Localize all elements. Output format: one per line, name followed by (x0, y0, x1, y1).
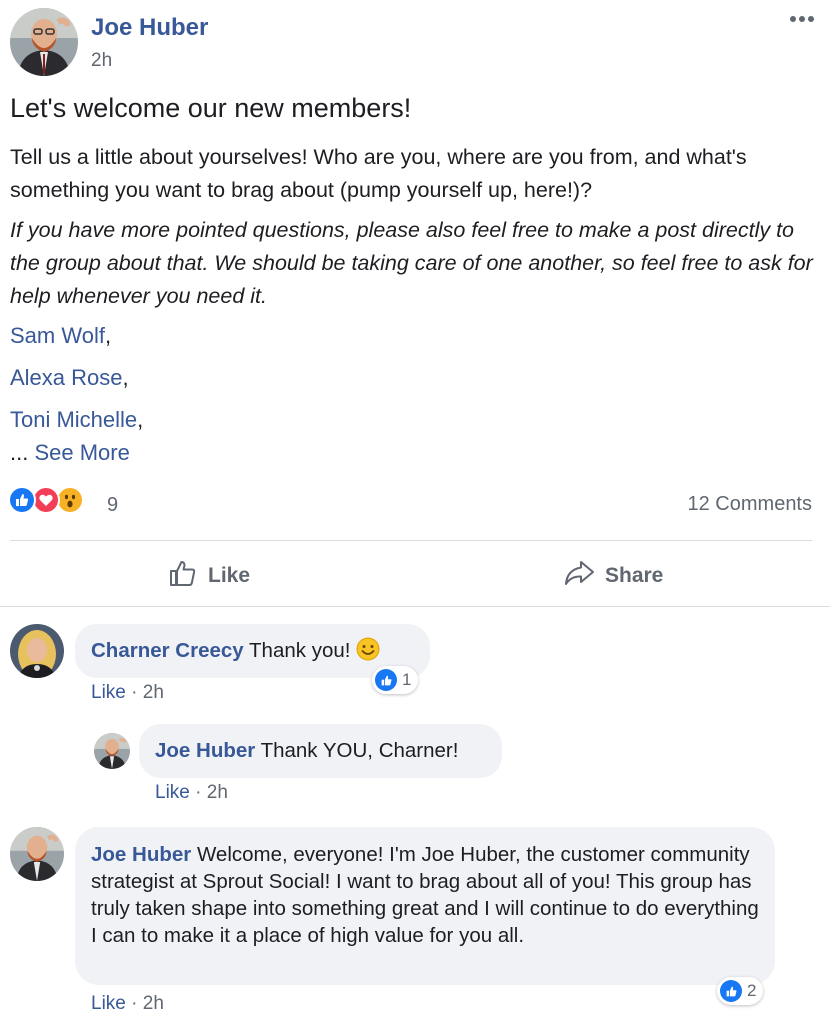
comment-author[interactable]: Joe Huber (91, 843, 191, 866)
mention-link[interactable]: Alexa Rose (10, 365, 123, 390)
mention-item: Alexa Rose, (10, 365, 129, 390)
comment-bubble: Joe Huber Welcome, everyone! I'm Joe Hub… (75, 827, 775, 985)
reply-like-link[interactable]: Like (155, 782, 190, 803)
comment-body: Charner Creecy Thank you! (91, 637, 380, 664)
comment-like-count: 1 (402, 670, 412, 689)
reactions-summary[interactable] (8, 486, 108, 518)
share-button-label: Share (605, 564, 664, 587)
see-more-row: ... See More (10, 440, 130, 465)
reply-author[interactable]: Joe Huber (155, 739, 255, 762)
reply-time[interactable]: 2h (207, 782, 228, 803)
post-author-name[interactable]: Joe Huber (91, 14, 208, 42)
comment-time[interactable]: 2h (143, 682, 164, 703)
like-icon (8, 486, 36, 514)
post-paragraph-2: If you have more pointed questions, plea… (10, 218, 813, 308)
share-arrow-icon (563, 558, 595, 594)
commenter-avatar[interactable] (10, 624, 64, 678)
divider (10, 540, 812, 541)
love-icon (32, 486, 60, 514)
comment-reaction-chip[interactable]: 1 (372, 666, 419, 694)
share-button[interactable]: Share (563, 558, 663, 594)
comment-body: Joe Huber Welcome, everyone! I'm Joe Hub… (91, 841, 761, 949)
comments-count-link[interactable]: 12 Comments (688, 493, 813, 516)
comment-meta: Like · 2h (91, 682, 164, 703)
post-paragraph-1: Tell us a little about yourselves! Who a… (10, 145, 747, 202)
post-timestamp[interactable]: 2h (91, 50, 112, 72)
comment-text: Welcome, everyone! I'm Joe Huber, the cu… (91, 843, 759, 947)
wow-icon (56, 486, 84, 514)
reply-text: Thank YOU, Charner! (260, 739, 459, 762)
like-icon (375, 669, 397, 691)
post-title: Let's welcome our new members! (10, 93, 412, 123)
comment-time[interactable]: 2h (143, 993, 164, 1014)
more-options-icon[interactable] (790, 12, 820, 26)
comment-text: Thank you! (249, 639, 351, 662)
author-avatar[interactable] (10, 8, 78, 76)
like-button[interactable]: Like (168, 558, 250, 594)
mention-item: Sam Wolf, (10, 323, 112, 348)
mention-link[interactable]: Sam Wolf (10, 323, 105, 348)
comment-author[interactable]: Charner Creecy (91, 639, 244, 662)
reply-avatar[interactable] (94, 733, 130, 769)
commenter-avatar[interactable] (10, 827, 64, 881)
like-button-label: Like (208, 564, 251, 587)
reply-meta: Like · 2h (155, 782, 228, 803)
comment-like-count: 2 (747, 981, 757, 1000)
mention-link[interactable]: Toni Michelle (10, 407, 137, 432)
reply-body: Joe Huber Thank YOU, Charner! (155, 737, 458, 764)
reply-bubble: Joe Huber Thank YOU, Charner! (139, 724, 502, 778)
reaction-count[interactable]: 9 (107, 494, 118, 517)
comment-reaction-chip[interactable]: 2 (717, 977, 764, 1005)
comment-meta: Like · 2h (91, 993, 164, 1014)
like-icon (720, 980, 742, 1002)
thumbs-up-icon (168, 558, 198, 594)
comment-like-link[interactable]: Like (91, 682, 126, 703)
comment-like-link[interactable]: Like (91, 993, 126, 1014)
mention-item: Toni Michelle, (10, 407, 144, 432)
smile-emoji-icon (356, 637, 380, 661)
see-more-link[interactable]: See More (34, 440, 129, 465)
divider (0, 606, 830, 607)
